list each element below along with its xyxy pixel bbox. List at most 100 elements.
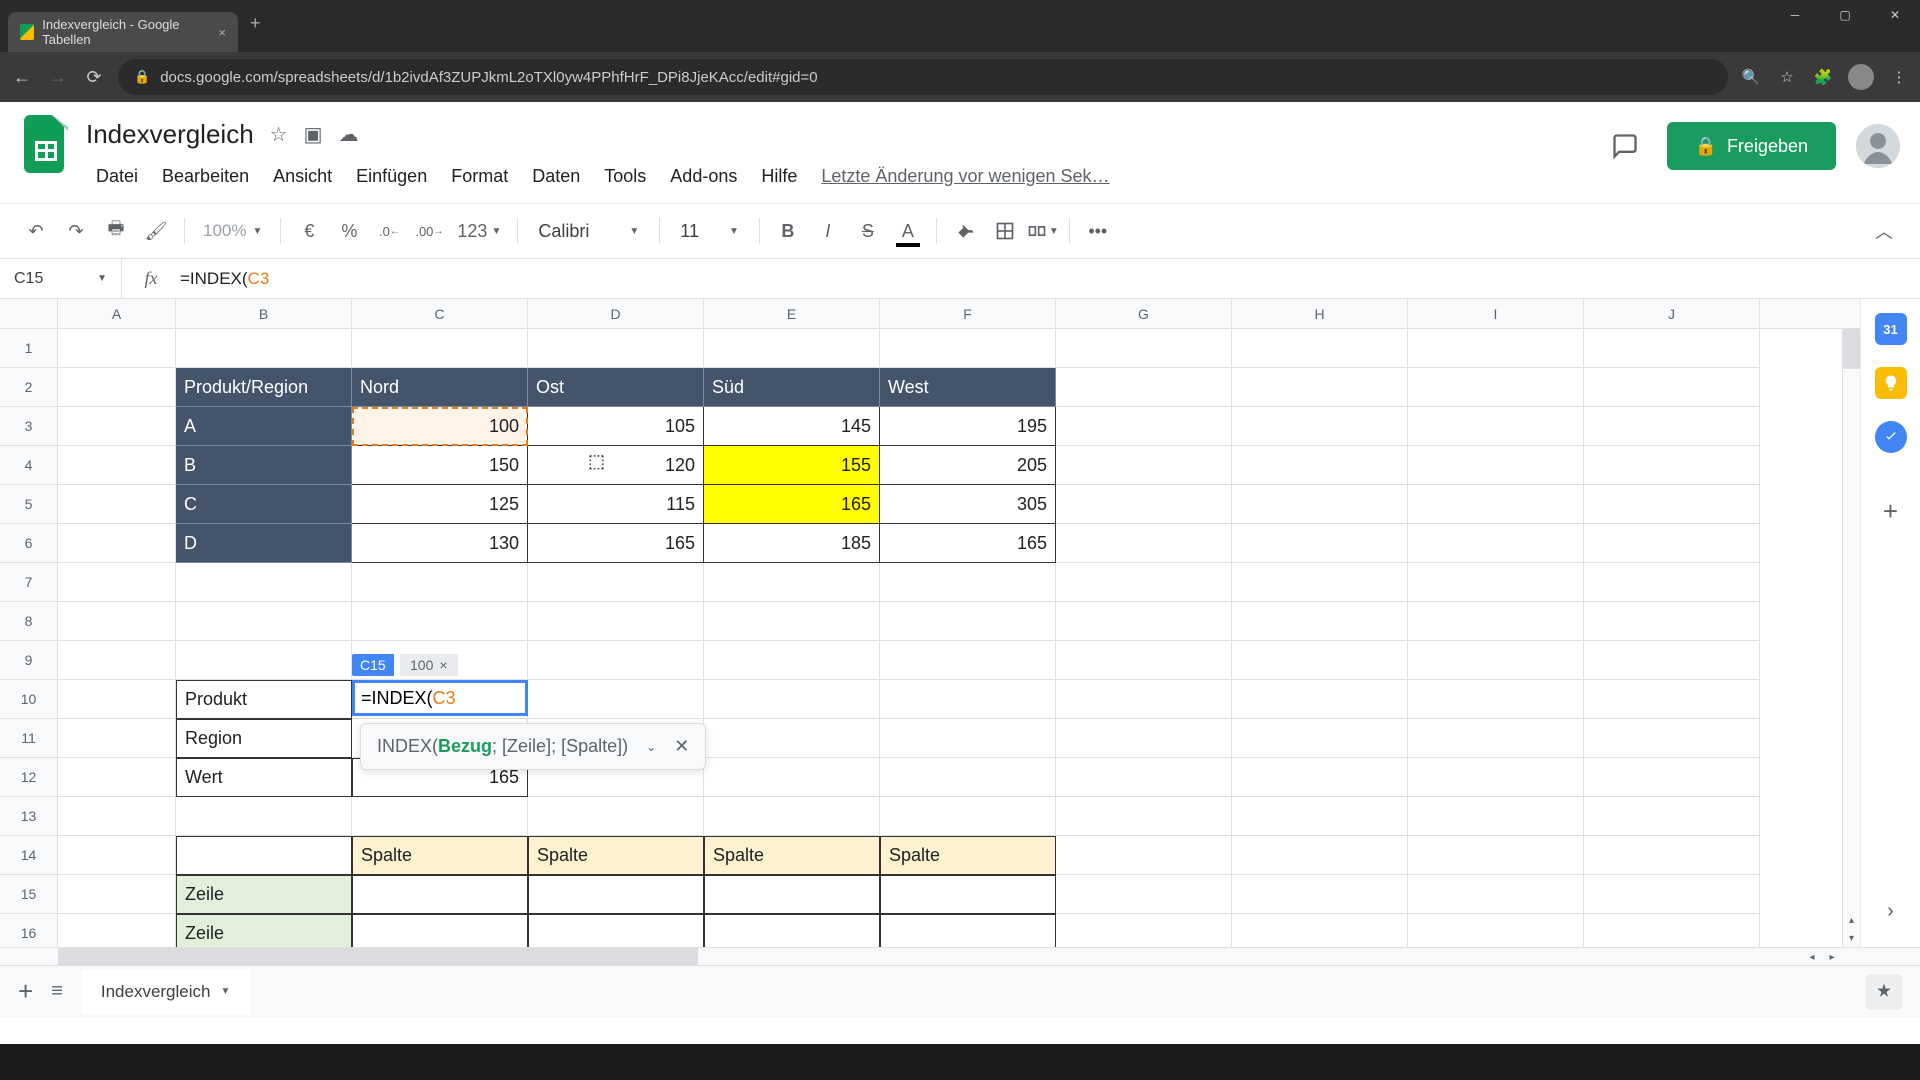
cell[interactable]: [1584, 368, 1760, 407]
scroll-right-icon[interactable]: ▸: [1822, 948, 1842, 966]
cell[interactable]: [528, 329, 704, 368]
chevron-down-icon[interactable]: ▼: [220, 986, 230, 997]
row-header[interactable]: 2: [0, 368, 58, 407]
cell[interactable]: [1408, 407, 1584, 446]
cell[interactable]: [880, 329, 1056, 368]
col-header-e[interactable]: E: [704, 299, 880, 328]
strikethrough-icon[interactable]: S: [850, 213, 886, 249]
data-cell[interactable]: 130: [352, 524, 528, 563]
cell[interactable]: [1232, 446, 1408, 485]
col-header-a[interactable]: A: [58, 299, 176, 328]
cell[interactable]: [704, 329, 880, 368]
redo-icon[interactable]: ↷: [58, 213, 94, 249]
cell[interactable]: [1056, 602, 1232, 641]
extensions-icon[interactable]: 🧩: [1812, 66, 1834, 88]
browser-menu-icon[interactable]: ⋮: [1888, 66, 1910, 88]
cell[interactable]: [58, 563, 176, 602]
data-cell[interactable]: 105: [528, 407, 704, 446]
menu-bearbeiten[interactable]: Bearbeiten: [152, 160, 259, 193]
data-cell[interactable]: 165: [880, 524, 1056, 563]
scrollbar-thumb[interactable]: [1843, 329, 1860, 369]
data-cell[interactable]: 185: [704, 524, 880, 563]
decrease-decimal-icon[interactable]: .0←: [371, 213, 407, 249]
zeile-header[interactable]: Zeile: [176, 875, 352, 914]
cell[interactable]: [704, 680, 880, 719]
zeile-header[interactable]: Zeile: [176, 914, 352, 947]
expand-tooltip-icon[interactable]: ⌄: [646, 740, 656, 754]
cell[interactable]: [880, 641, 1056, 680]
row-header[interactable]: 15: [0, 875, 58, 914]
cell[interactable]: [704, 719, 880, 758]
row-header[interactable]: 5: [0, 485, 58, 524]
number-format-select[interactable]: 123▼: [451, 213, 507, 249]
cell[interactable]: [1232, 368, 1408, 407]
cell[interactable]: [1584, 797, 1760, 836]
bold-icon[interactable]: B: [770, 213, 806, 249]
comments-icon[interactable]: [1603, 124, 1647, 168]
cell[interactable]: [176, 329, 352, 368]
cell[interactable]: [704, 758, 880, 797]
menu-hilfe[interactable]: Hilfe: [751, 160, 807, 193]
percent-icon[interactable]: %: [331, 213, 367, 249]
cell[interactable]: [58, 602, 176, 641]
cell[interactable]: [176, 836, 352, 875]
cell[interactable]: [1056, 875, 1232, 914]
col-header-f[interactable]: F: [880, 299, 1056, 328]
paint-format-icon[interactable]: 🖌: [138, 213, 174, 249]
cell[interactable]: [1584, 758, 1760, 797]
star-doc-icon[interactable]: ☆: [270, 122, 288, 147]
cell[interactable]: [1408, 368, 1584, 407]
cell[interactable]: [1584, 680, 1760, 719]
cell[interactable]: [1232, 563, 1408, 602]
cell[interactable]: [1056, 329, 1232, 368]
menu-format[interactable]: Format: [441, 160, 518, 193]
cell[interactable]: [1056, 446, 1232, 485]
cell[interactable]: [1584, 329, 1760, 368]
profile-avatar[interactable]: [1848, 64, 1874, 90]
cell[interactable]: [1408, 875, 1584, 914]
cell[interactable]: [58, 407, 176, 446]
cell[interactable]: [176, 602, 352, 641]
active-cell-editor[interactable]: =INDEX(C3: [352, 680, 528, 716]
col-header-h[interactable]: H: [1232, 299, 1408, 328]
cell[interactable]: [58, 680, 176, 719]
cell[interactable]: [1584, 641, 1760, 680]
cell[interactable]: [1232, 719, 1408, 758]
account-avatar[interactable]: [1856, 124, 1900, 168]
share-button[interactable]: 🔒 Freigeben: [1667, 122, 1836, 170]
grid-body[interactable]: 1 2 Produkt/Region Nord Ost Süd: [0, 329, 1860, 947]
cell[interactable]: [1056, 563, 1232, 602]
formula-input[interactable]: =INDEX(C3: [180, 269, 1920, 289]
row-header[interactable]: 16: [0, 914, 58, 947]
sheets-logo[interactable]: [20, 112, 72, 176]
cell[interactable]: [528, 563, 704, 602]
tasks-icon[interactable]: [1875, 421, 1907, 453]
url-bar[interactable]: 🔒 docs.google.com/spreadsheets/d/1b2ivdA…: [118, 59, 1728, 95]
cell[interactable]: [704, 602, 880, 641]
cell[interactable]: [1408, 914, 1584, 947]
cell[interactable]: [1232, 641, 1408, 680]
cell[interactable]: [1056, 680, 1232, 719]
spalte-header[interactable]: Spalte: [880, 836, 1056, 875]
cell[interactable]: [1232, 485, 1408, 524]
more-tools-icon[interactable]: •••: [1080, 213, 1116, 249]
col-header-j[interactable]: J: [1584, 299, 1760, 328]
collapse-toolbar-icon[interactable]: ︿: [1866, 213, 1902, 249]
spalte-header[interactable]: Spalte: [352, 836, 528, 875]
horizontal-scrollbar[interactable]: ◂ ▸: [0, 947, 1920, 965]
lookup-label[interactable]: Region: [176, 719, 352, 758]
doc-title[interactable]: Indexvergleich: [86, 119, 254, 150]
region-header[interactable]: Süd: [704, 368, 880, 407]
cell[interactable]: [352, 329, 528, 368]
nav-reload-icon[interactable]: ⟳: [82, 67, 106, 88]
explore-button[interactable]: [1866, 974, 1902, 1010]
fill-color-icon[interactable]: [947, 213, 983, 249]
row-header[interactable]: 7: [0, 563, 58, 602]
add-addon-icon[interactable]: +: [1875, 495, 1907, 527]
cell[interactable]: [1056, 641, 1232, 680]
cell[interactable]: [880, 914, 1056, 947]
row-header[interactable]: 3: [0, 407, 58, 446]
select-all-corner[interactable]: [0, 299, 58, 328]
window-maximize-icon[interactable]: ▢: [1820, 0, 1870, 30]
cell[interactable]: [352, 914, 528, 947]
